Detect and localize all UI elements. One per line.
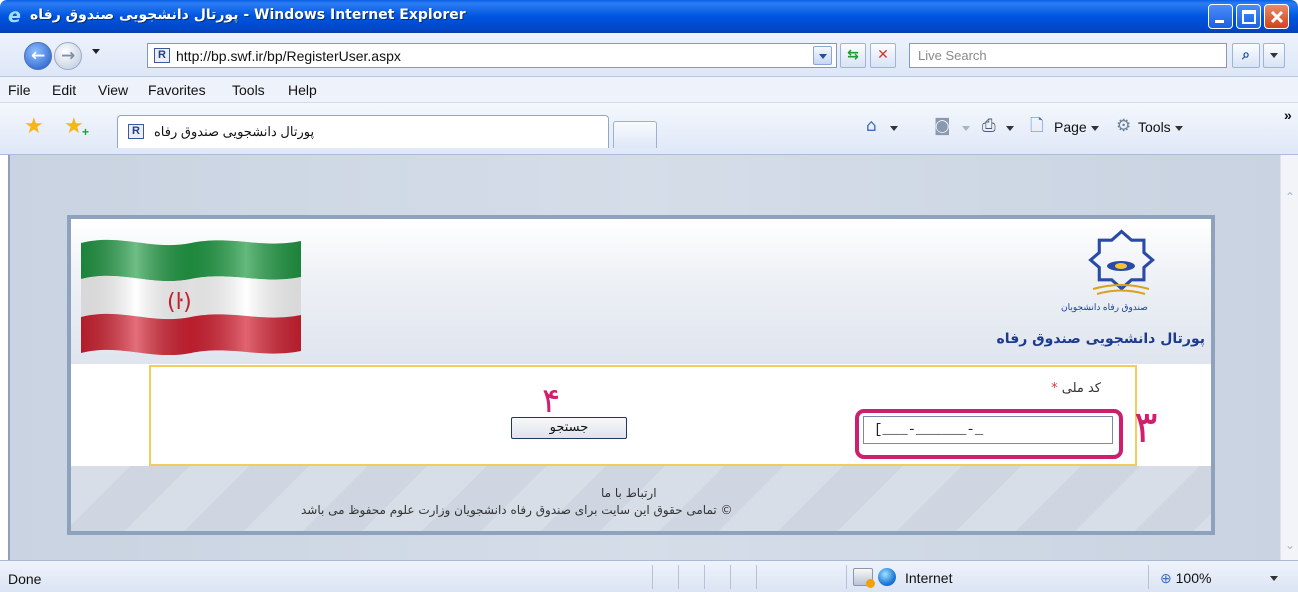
maximize-button[interactable] <box>1236 4 1261 29</box>
address-dropdown-button[interactable] <box>813 46 832 65</box>
stop-button[interactable]: ✕ <box>870 43 896 68</box>
portal-title: پورتال دانشجویی صندوق رفاه <box>996 331 1205 347</box>
annotation-number-3: ۳ <box>1134 402 1158 453</box>
tab-favicon-icon: R <box>128 124 144 139</box>
feeds-icon[interactable]: ◙ <box>934 116 951 136</box>
status-divider <box>678 565 679 589</box>
search-options-button[interactable] <box>1263 43 1285 68</box>
menu-favorites[interactable]: Favorites <box>148 82 206 98</box>
window-title: پورتال دانشجویی صندوق رفاه - Windows Int… <box>30 7 466 23</box>
tab-label: پورتال دانشجویی صندوق رفاه <box>154 124 315 139</box>
maximize-icon <box>1242 10 1256 24</box>
more-commands-button[interactable]: » <box>1284 107 1292 123</box>
search-submit-button[interactable]: جستجو <box>511 417 627 439</box>
zoom-dropdown[interactable] <box>1266 569 1278 585</box>
national-code-value: [___-______-_ <box>874 422 984 438</box>
address-field[interactable]: R http://bp.swf.ir/bp/RegisterUser.aspx <box>147 43 837 68</box>
annotation-number-4: ۴ <box>542 381 561 421</box>
status-divider <box>1148 565 1149 589</box>
menu-bar: File Edit View Favorites Tools Help <box>0 77 1298 103</box>
menu-file[interactable]: File <box>8 82 31 98</box>
add-favorites-icon[interactable]: ★ <box>64 115 84 139</box>
national-code-label: کد ملی * <box>1051 381 1101 396</box>
title-bar: e پورتال دانشجویی صندوق رفاه - Windows I… <box>0 0 1298 33</box>
page-footer: ارتباط با ما © تمامی حقوق این سایت برای … <box>71 466 1211 531</box>
tools-menu[interactable]: Tools <box>1138 119 1183 135</box>
status-divider <box>730 565 731 589</box>
menu-view[interactable]: View <box>98 82 128 98</box>
search-form: کد ملی * [___-______-_ ۳ ۴ جستجو <box>149 365 1158 466</box>
search-icon: ⌕ <box>1242 47 1250 63</box>
status-divider <box>846 565 847 589</box>
favorites-star-icon[interactable]: ★ <box>24 115 44 139</box>
scroll-down-icon[interactable]: ⌄ <box>1283 537 1297 553</box>
search-placeholder: Live Search <box>918 48 987 63</box>
recent-pages-dropdown[interactable] <box>92 49 100 54</box>
contact-link[interactable]: ارتباط با ما <box>601 486 657 500</box>
close-button[interactable] <box>1264 4 1289 29</box>
minimize-icon <box>1215 20 1224 23</box>
swf-logo <box>1088 229 1155 295</box>
status-divider <box>756 565 757 589</box>
forward-button[interactable]: → <box>54 42 82 70</box>
page-icon: 🗋 <box>1030 116 1044 136</box>
tab-bar: ★ ★ + R پورتال دانشجویی صندوق رفاه ⌂ ◙ ⎙… <box>0 103 1298 155</box>
security-zone[interactable]: Internet <box>905 570 952 586</box>
page-header: (ŀ) صندوق رفاه دانشجویان پورتال دانشجویی… <box>71 219 1211 364</box>
logo-caption: صندوق رفاه دانشجویان <box>1061 302 1148 312</box>
vertical-scrollbar[interactable]: ⌃ ⌄ <box>1280 155 1298 560</box>
menu-edit[interactable]: Edit <box>52 82 76 98</box>
status-divider <box>704 565 705 589</box>
refresh-icon: ⇆ <box>847 47 859 63</box>
stop-icon: ✕ <box>877 47 889 63</box>
svg-text:(ŀ): (ŀ) <box>167 290 192 315</box>
refresh-button[interactable]: ⇆ <box>840 43 866 68</box>
new-tab-button[interactable] <box>613 121 657 148</box>
home-dropdown[interactable] <box>890 125 898 131</box>
ie-icon: e <box>8 5 21 27</box>
back-button[interactable]: ← <box>24 42 52 70</box>
protected-mode-icon[interactable] <box>853 568 875 588</box>
copyright-text: © تمامی حقوق این سایت برای صندوق رفاه دا… <box>301 503 733 517</box>
gear-icon: ⚙ <box>1116 116 1132 136</box>
required-marker: * <box>1051 381 1058 396</box>
minimize-button[interactable] <box>1208 4 1233 29</box>
close-icon <box>1270 10 1284 24</box>
zoom-icon: ⊕ <box>1160 570 1172 586</box>
chevron-down-icon <box>1270 52 1278 58</box>
site-favicon-icon: R <box>154 48 170 63</box>
tab-active[interactable]: R پورتال دانشجویی صندوق رفاه <box>117 115 609 148</box>
home-icon[interactable]: ⌂ <box>866 116 877 136</box>
status-bar: Done Internet ⊕ 100% <box>0 560 1298 592</box>
address-toolbar: ← → R http://bp.swf.ir/bp/RegisterUser.a… <box>0 33 1298 77</box>
feeds-dropdown[interactable] <box>962 125 970 131</box>
search-button[interactable]: ⌕ <box>1232 43 1260 68</box>
print-dropdown[interactable] <box>1006 125 1014 131</box>
scroll-up-icon[interactable]: ⌃ <box>1283 189 1297 205</box>
status-text: Done <box>8 571 42 587</box>
search-input[interactable]: Live Search <box>909 43 1227 68</box>
status-divider <box>652 565 653 589</box>
address-url[interactable]: http://bp.swf.ir/bp/RegisterUser.aspx <box>176 48 401 64</box>
back-arrow-icon: ← <box>31 46 46 66</box>
print-icon[interactable]: ⎙ <box>982 116 996 136</box>
globe-icon <box>878 568 896 586</box>
plus-icon: + <box>82 125 90 139</box>
zoom-level[interactable]: ⊕ 100% <box>1160 570 1211 587</box>
menu-help[interactable]: Help <box>288 82 317 98</box>
page-menu[interactable]: Page <box>1054 119 1099 135</box>
page-panel: (ŀ) صندوق رفاه دانشجویان پورتال دانشجویی… <box>67 215 1215 535</box>
iran-flag-image: (ŀ) <box>81 239 301 355</box>
national-code-input[interactable]: [___-______-_ <box>863 416 1113 444</box>
menu-tools[interactable]: Tools <box>232 82 265 98</box>
forward-arrow-icon: → <box>61 46 76 66</box>
